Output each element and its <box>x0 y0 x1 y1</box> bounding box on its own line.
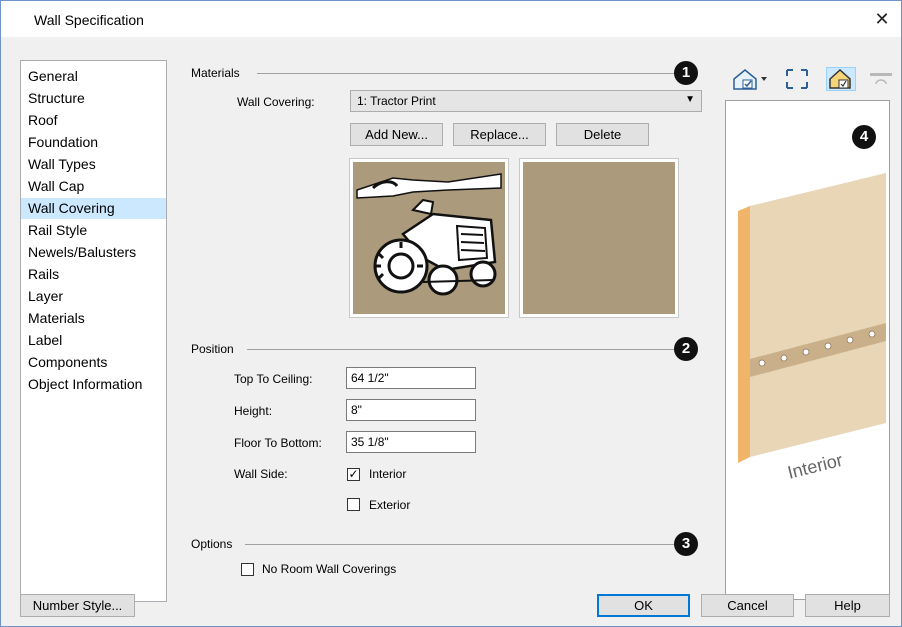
callout-marker-2: 2 <box>674 337 698 361</box>
delete-button[interactable]: Delete <box>556 123 649 146</box>
interior-label: Interior <box>369 467 407 481</box>
nav-item-wall-cap[interactable]: Wall Cap <box>21 176 166 197</box>
options-divider <box>245 544 675 545</box>
nav-item-label[interactable]: Label <box>21 330 166 351</box>
nav-item-object-information[interactable]: Object Information <box>21 374 166 395</box>
preview-mode-icon <box>733 69 767 90</box>
position-divider <box>247 349 675 350</box>
nav-item-structure[interactable]: Structure <box>21 88 166 109</box>
nav-item-foundation[interactable]: Foundation <box>21 132 166 153</box>
tractor-print-thumbnail <box>353 162 505 314</box>
check-icon: ✓ <box>348 467 359 481</box>
nav-item-newels-balusters[interactable]: Newels/Balusters <box>21 242 166 263</box>
wall-covering-value: 1: Tractor Print <box>357 94 436 108</box>
materials-group-label: Materials <box>191 66 240 80</box>
nav-item-rails[interactable]: Rails <box>21 264 166 285</box>
wall-covering-label: Wall Covering: <box>237 95 315 109</box>
nav-item-rail-style[interactable]: Rail Style <box>21 220 166 241</box>
no-room-wall-coverings-label: No Room Wall Coverings <box>262 562 397 576</box>
nav-item-wall-types[interactable]: Wall Types <box>21 154 166 175</box>
close-icon[interactable]: ✕ <box>869 7 895 31</box>
preview-panel: 4 Interior <box>725 100 890 600</box>
color-swatch-fill <box>523 162 675 314</box>
fill-window-button[interactable] <box>784 67 810 91</box>
options-group-label: Options <box>191 537 233 551</box>
add-new-button[interactable]: Add New... <box>350 123 443 146</box>
nav-item-materials[interactable]: Materials <box>21 308 166 329</box>
height-input[interactable]: 8" <box>346 399 476 421</box>
materials-divider <box>257 73 675 74</box>
preview-mode-button[interactable] <box>731 67 771 91</box>
number-style-button[interactable]: Number Style... <box>20 594 135 617</box>
help-button[interactable]: Help <box>805 594 890 617</box>
callout-marker-3: 3 <box>674 532 698 556</box>
nav-item-roof[interactable]: Roof <box>21 110 166 131</box>
top-to-ceiling-input[interactable]: 64 1/2" <box>346 367 476 389</box>
floor-to-bottom-input[interactable]: 35 1/8" <box>346 431 476 453</box>
no-room-wall-coverings-checkbox[interactable] <box>241 563 254 576</box>
cancel-button[interactable]: Cancel <box>701 594 794 617</box>
exterior-checkbox[interactable] <box>347 498 360 511</box>
floor-to-bottom-label: Floor To Bottom: <box>234 436 322 450</box>
ok-button[interactable]: OK <box>597 594 690 617</box>
top-to-ceiling-label: Top To Ceiling: <box>234 372 313 386</box>
height-label: Height: <box>234 404 273 418</box>
material-image-swatch <box>349 158 509 318</box>
rotate-icon <box>870 73 892 85</box>
tractor-illustration <box>356 173 502 296</box>
replace-button[interactable]: Replace... <box>453 123 546 146</box>
fill-window-icon <box>786 69 808 89</box>
nav-item-layer[interactable]: Layer <box>21 286 166 307</box>
color-preview-button[interactable] <box>826 67 856 91</box>
wall-side-label: Wall Side: <box>234 467 288 481</box>
material-color-swatch <box>519 158 679 318</box>
nav-item-components[interactable]: Components <box>21 352 166 373</box>
callout-marker-1: 1 <box>674 61 698 85</box>
wall-3d-preview <box>738 173 886 463</box>
color-preview-icon <box>829 68 851 89</box>
title-bar: Wall Specification ✕ <box>1 1 901 37</box>
dialog-title: Wall Specification <box>34 12 144 28</box>
interior-checkbox[interactable]: ✓ <box>347 468 360 481</box>
rotate-button[interactable] <box>867 67 895 91</box>
nav-item-general[interactable]: General <box>21 66 166 87</box>
position-group-label: Position <box>191 342 234 356</box>
dropdown-arrow-icon: ▼ <box>685 94 695 105</box>
wall-specification-dialog: Wall Specification ✕ General Structure R… <box>0 0 902 627</box>
category-list: General Structure Roof Foundation Wall T… <box>20 60 167 602</box>
nav-item-wall-covering[interactable]: Wall Covering <box>21 198 166 219</box>
exterior-label: Exterior <box>369 498 411 512</box>
wall-covering-select[interactable]: 1: Tractor Print ▼ <box>350 90 702 112</box>
